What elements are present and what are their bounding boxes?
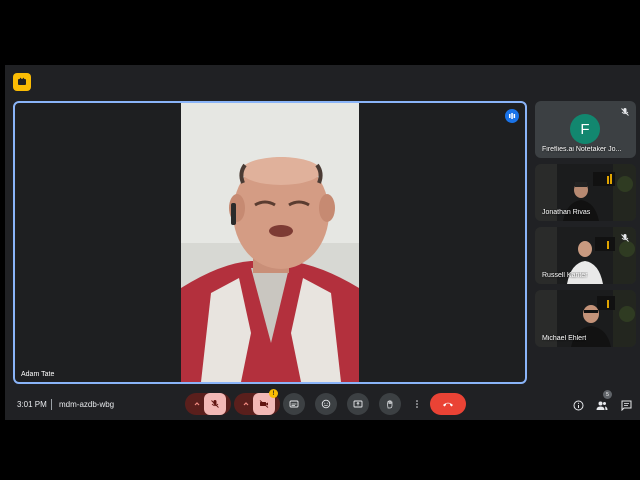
mic-off-icon xyxy=(621,108,629,116)
emoji-icon xyxy=(321,399,331,409)
participant-name: Russell Kanter xyxy=(542,272,588,279)
audio-level-icon xyxy=(509,113,516,119)
participant-count-badge: 5 xyxy=(603,390,612,399)
people-button[interactable] xyxy=(595,398,609,412)
end-call-icon xyxy=(443,402,453,407)
participant-name: Michael Ehlert xyxy=(542,335,587,342)
divider xyxy=(51,399,52,410)
mic-off-icon xyxy=(211,400,219,408)
captions-button[interactable] xyxy=(283,393,305,415)
chevron-up-icon xyxy=(194,402,200,406)
bottom-control-bar: 3:01 PM mdm-azdb-wbg ! 5 xyxy=(5,389,640,420)
mic-control-group xyxy=(185,393,231,415)
participant-tiles: F Fireflies.ai Notetaker Jo... Jonathan … xyxy=(535,101,636,353)
participant-name: Fireflies.ai Notetaker Jo... xyxy=(542,146,622,153)
meeting-time: 3:01 PM xyxy=(17,400,47,409)
participant-name: Jonathan Rivas xyxy=(542,209,591,216)
warning-badge: ! xyxy=(269,389,278,398)
activity-indicator[interactable] xyxy=(13,73,31,91)
meeting-code: mdm-azdb-wbg xyxy=(59,400,115,409)
main-video-stage[interactable]: Adam Tate xyxy=(13,101,527,384)
people-icon xyxy=(596,401,608,410)
chat-icon xyxy=(621,400,631,411)
speaker-name-label: Adam Tate xyxy=(21,371,55,378)
info-icon xyxy=(573,400,583,410)
raise-hand-icon xyxy=(387,400,393,409)
avatar: F xyxy=(570,114,600,144)
end-call-button[interactable] xyxy=(430,393,466,415)
participant-tile[interactable]: Michael Ehlert xyxy=(535,290,636,347)
participant-tile[interactable]: F Fireflies.ai Notetaker Jo... xyxy=(535,101,636,158)
camera-off-icon xyxy=(259,400,269,408)
participant-tile[interactable]: Russell Kanter xyxy=(535,227,636,284)
speaker-video xyxy=(181,103,359,382)
participant-tile[interactable]: Jonathan Rivas xyxy=(535,164,636,221)
audio-options-button[interactable] xyxy=(190,393,204,415)
present-button[interactable] xyxy=(347,393,369,415)
meeting-details-button[interactable] xyxy=(571,398,585,412)
captions-icon xyxy=(289,400,299,408)
raise-hand-button[interactable] xyxy=(379,393,401,415)
emoji-button[interactable] xyxy=(315,393,337,415)
meet-window: Adam Tate F Fireflies.ai Notetaker Jo... xyxy=(5,65,640,420)
more-options-icon xyxy=(416,400,418,408)
video-options-button[interactable] xyxy=(239,393,253,415)
more-options-button[interactable] xyxy=(411,393,423,415)
speaking-indicator xyxy=(505,109,519,123)
recording-activity-icon xyxy=(18,77,26,85)
chevron-up-icon xyxy=(243,402,249,406)
mic-off-icon xyxy=(621,234,629,242)
chat-button[interactable] xyxy=(619,398,633,412)
mic-toggle-button[interactable] xyxy=(204,393,226,415)
present-icon xyxy=(353,400,363,408)
